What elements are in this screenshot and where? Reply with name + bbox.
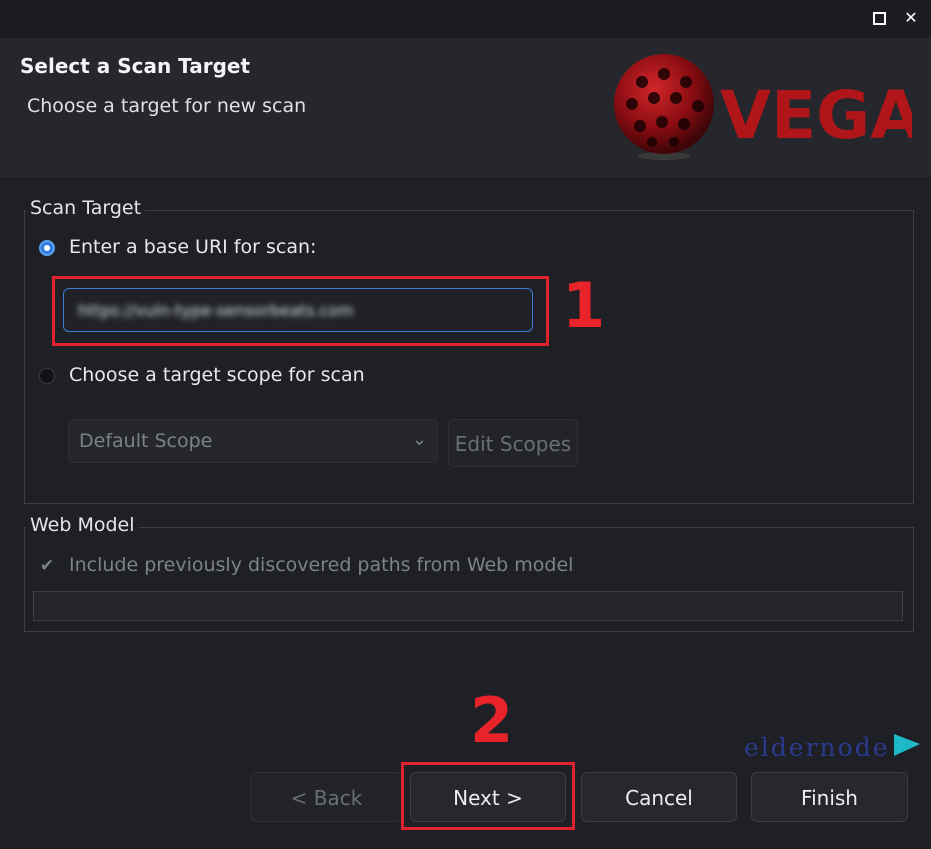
close-icon: ✕ bbox=[904, 8, 918, 27]
scope-select[interactable]: Default Scope ⌄ bbox=[68, 419, 438, 463]
scan-target-group-label: Scan Target bbox=[26, 197, 146, 219]
scope-select-value: Default Scope bbox=[79, 430, 213, 452]
finish-button[interactable]: Finish bbox=[751, 772, 908, 822]
step2-number: 2 bbox=[470, 684, 514, 757]
scope-radio[interactable] bbox=[39, 368, 55, 384]
watermark-text: eldernode bbox=[744, 733, 890, 762]
wizard-header: Select a Scan Target Choose a target for… bbox=[0, 38, 931, 179]
step2-highlight bbox=[401, 762, 575, 830]
web-model-group-label: Web Model bbox=[26, 514, 139, 536]
close-button[interactable]: ✕ bbox=[902, 9, 920, 27]
maximize-icon bbox=[872, 12, 886, 25]
include-paths-label[interactable]: Include previously discovered paths from… bbox=[69, 554, 573, 576]
maximize-button[interactable] bbox=[870, 9, 888, 27]
web-model-progress-bar bbox=[33, 591, 903, 621]
page-subtitle: Choose a target for new scan bbox=[27, 95, 307, 117]
include-paths-checkbox[interactable]: ✔ bbox=[38, 557, 56, 575]
chevron-down-icon: ⌄ bbox=[411, 429, 427, 450]
step1-highlight bbox=[52, 276, 549, 346]
step1-number: 1 bbox=[562, 269, 606, 342]
page-title: Select a Scan Target bbox=[20, 54, 251, 78]
uri-radio[interactable] bbox=[39, 240, 55, 256]
back-button[interactable]: < Back bbox=[250, 772, 403, 822]
scope-radio-label[interactable]: Choose a target scope for scan bbox=[69, 364, 365, 386]
eldernode-watermark: eldernode bbox=[744, 733, 920, 762]
play-icon bbox=[894, 734, 920, 756]
cancel-button[interactable]: Cancel bbox=[581, 772, 737, 822]
title-bar: ✕ bbox=[0, 0, 931, 38]
uri-radio-label[interactable]: Enter a base URI for scan: bbox=[69, 236, 316, 258]
vega-logo: VEGA bbox=[614, 54, 912, 160]
edit-scopes-button[interactable]: Edit Scopes bbox=[448, 419, 578, 467]
logo-text: VEGA bbox=[720, 77, 912, 154]
